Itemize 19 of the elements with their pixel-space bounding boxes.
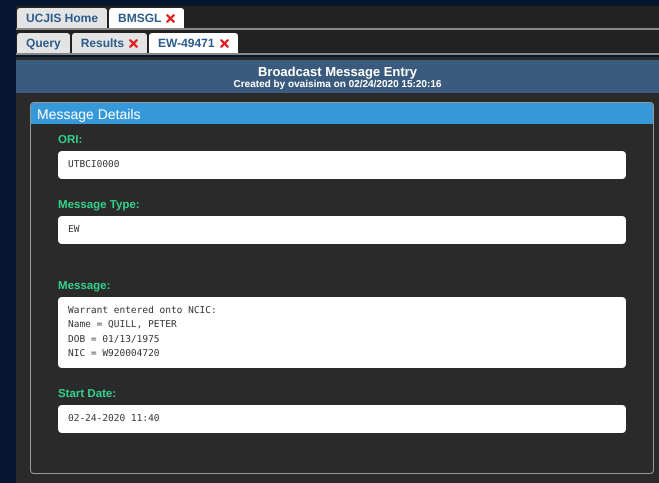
close-icon[interactable]: [166, 14, 176, 22]
page-subtitle: Created by ovaisima on 02/24/2020 15:20:16: [234, 78, 442, 90]
field-label: Message Type:: [58, 199, 141, 211]
tab[interactable]: UCJIS Home: [17, 8, 108, 28]
close-icon[interactable]: [129, 38, 138, 48]
tab[interactable]: BMSGL: [109, 8, 184, 28]
close-icon[interactable]: [220, 38, 229, 48]
field-label: Start Date:: [58, 388, 118, 400]
page-title: Broadcast Message Entry: [258, 64, 417, 78]
text-area[interactable]: Warrant entered onto NCIC: Name = QUILL, PETER DOB = 01/13/1975 NIC = W920004720: [58, 297, 626, 368]
input-field[interactable]: UTBCI0000: [58, 151, 626, 179]
field-label: Message:: [58, 280, 112, 292]
tab[interactable]: EW-49471: [149, 33, 238, 53]
field-label: ORI:: [58, 134, 84, 146]
card-title: Message Details: [31, 103, 653, 124]
tab[interactable]: Results: [72, 33, 148, 53]
tab[interactable]: Query: [17, 33, 70, 53]
input-field[interactable]: EW: [58, 216, 626, 244]
input-field[interactable]: 02-24-2020 11:40: [58, 405, 626, 434]
